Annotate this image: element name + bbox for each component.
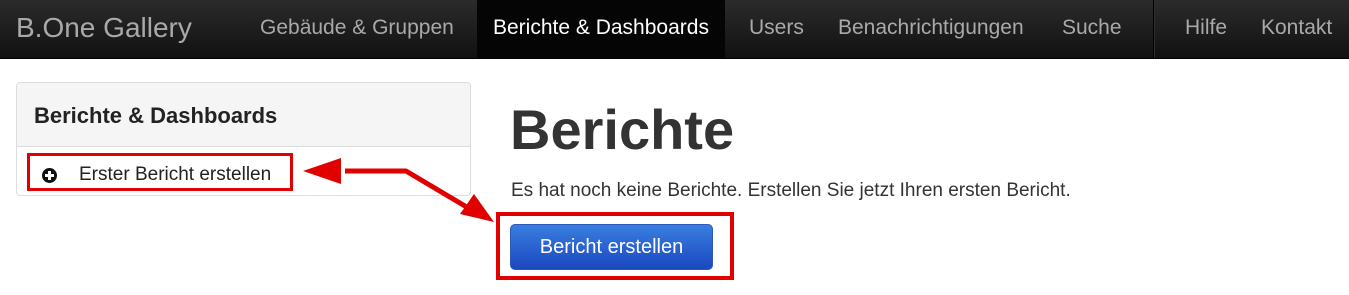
annotation-arrowhead-right [460, 194, 494, 222]
annotation-arrowhead-left [303, 158, 341, 184]
annotation-arrow-line [345, 168, 472, 212]
annotation-arrows [303, 158, 494, 222]
